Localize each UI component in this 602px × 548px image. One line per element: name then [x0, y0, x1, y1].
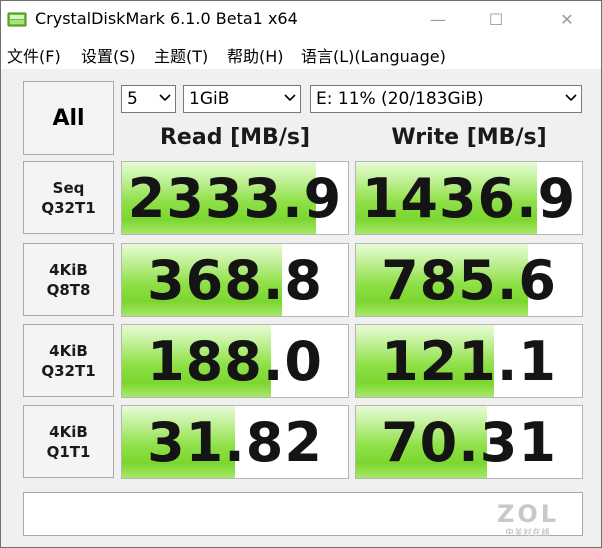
test-label-line1: 4KiB	[49, 260, 88, 279]
read-result-value: 188.0	[147, 329, 323, 393]
test-label-line2: Q8T8	[46, 280, 91, 299]
zol-watermark: ZOL 中关村在线	[493, 501, 563, 541]
test-button-4kib-q1t1[interactable]: 4KiB Q1T1	[23, 405, 114, 478]
write-result-cell: 121.1	[355, 324, 583, 398]
test-label-line2: Q1T1	[46, 442, 91, 461]
write-result-value: 70.31	[381, 410, 557, 474]
write-header: Write [MB/s]	[391, 125, 547, 150]
read-result-value: 368.8	[147, 248, 323, 312]
watermark-tagline: 中关村在线	[505, 528, 551, 537]
menu-bar: 文件(F) 设置(S) 主题(T) 帮助(H) 语言(L)(Language)	[1, 37, 601, 69]
menu-language[interactable]: 语言(L)(Language)	[301, 43, 446, 67]
test-count-select[interactable]: 5	[121, 85, 176, 113]
read-result-cell: 31.82	[121, 405, 349, 479]
test-label-line1: 4KiB	[49, 341, 88, 360]
read-result-cell: 188.0	[121, 324, 349, 398]
watermark-logo: ZOL	[496, 500, 560, 528]
read-result-value: 2333.9	[127, 166, 343, 230]
write-result-value: 1436.9	[361, 166, 577, 230]
write-result-cell: 1436.9	[355, 161, 583, 235]
chevron-down-icon	[284, 94, 296, 102]
write-result-cell: 70.31	[355, 405, 583, 479]
read-header: Read [MB/s]	[159, 125, 310, 150]
window-title: CrystalDiskMark 6.1.0 Beta1 x64	[35, 9, 298, 28]
chevron-down-icon	[565, 94, 577, 102]
all-button[interactable]: All	[23, 81, 114, 155]
app-icon	[7, 12, 27, 27]
drive-value: E: 11% (20/183GiB)	[316, 89, 484, 109]
maximize-button[interactable]: ☐	[473, 1, 519, 37]
menu-file[interactable]: 文件(F)	[7, 43, 61, 67]
test-count-value: 5	[127, 89, 138, 109]
test-button-4kib-q8t8[interactable]: 4KiB Q8T8	[23, 243, 114, 316]
read-result-value: 31.82	[147, 410, 323, 474]
test-label-line2: Q32T1	[41, 198, 96, 217]
test-button-seq-q32t1[interactable]: Seq Q32T1	[23, 161, 114, 234]
read-result-cell: 368.8	[121, 243, 349, 317]
write-result-value: 785.6	[381, 248, 557, 312]
minimize-button[interactable]: —	[415, 1, 461, 37]
test-label-line1: 4KiB	[49, 422, 88, 441]
write-result-value: 121.1	[381, 329, 557, 393]
test-label-line2: Q32T1	[41, 361, 96, 380]
menu-settings[interactable]: 设置(S)	[81, 43, 136, 67]
test-label-line1: Seq	[52, 178, 85, 197]
menu-help[interactable]: 帮助(H)	[227, 43, 284, 67]
test-size-value: 1GiB	[189, 89, 230, 109]
read-result-cell: 2333.9	[121, 161, 349, 235]
close-button[interactable]: ✕	[544, 1, 590, 37]
test-button-4kib-q32t1[interactable]: 4KiB Q32T1	[23, 324, 114, 397]
write-result-cell: 785.6	[355, 243, 583, 317]
app-window: CrystalDiskMark 6.1.0 Beta1 x64 — ☐ ✕ 文件…	[0, 0, 602, 548]
drive-select[interactable]: E: 11% (20/183GiB)	[310, 85, 582, 113]
chevron-down-icon	[159, 94, 171, 102]
title-bar: CrystalDiskMark 6.1.0 Beta1 x64 — ☐ ✕	[1, 1, 601, 37]
menu-theme[interactable]: 主题(T)	[154, 43, 208, 67]
test-size-select[interactable]: 1GiB	[183, 85, 301, 113]
